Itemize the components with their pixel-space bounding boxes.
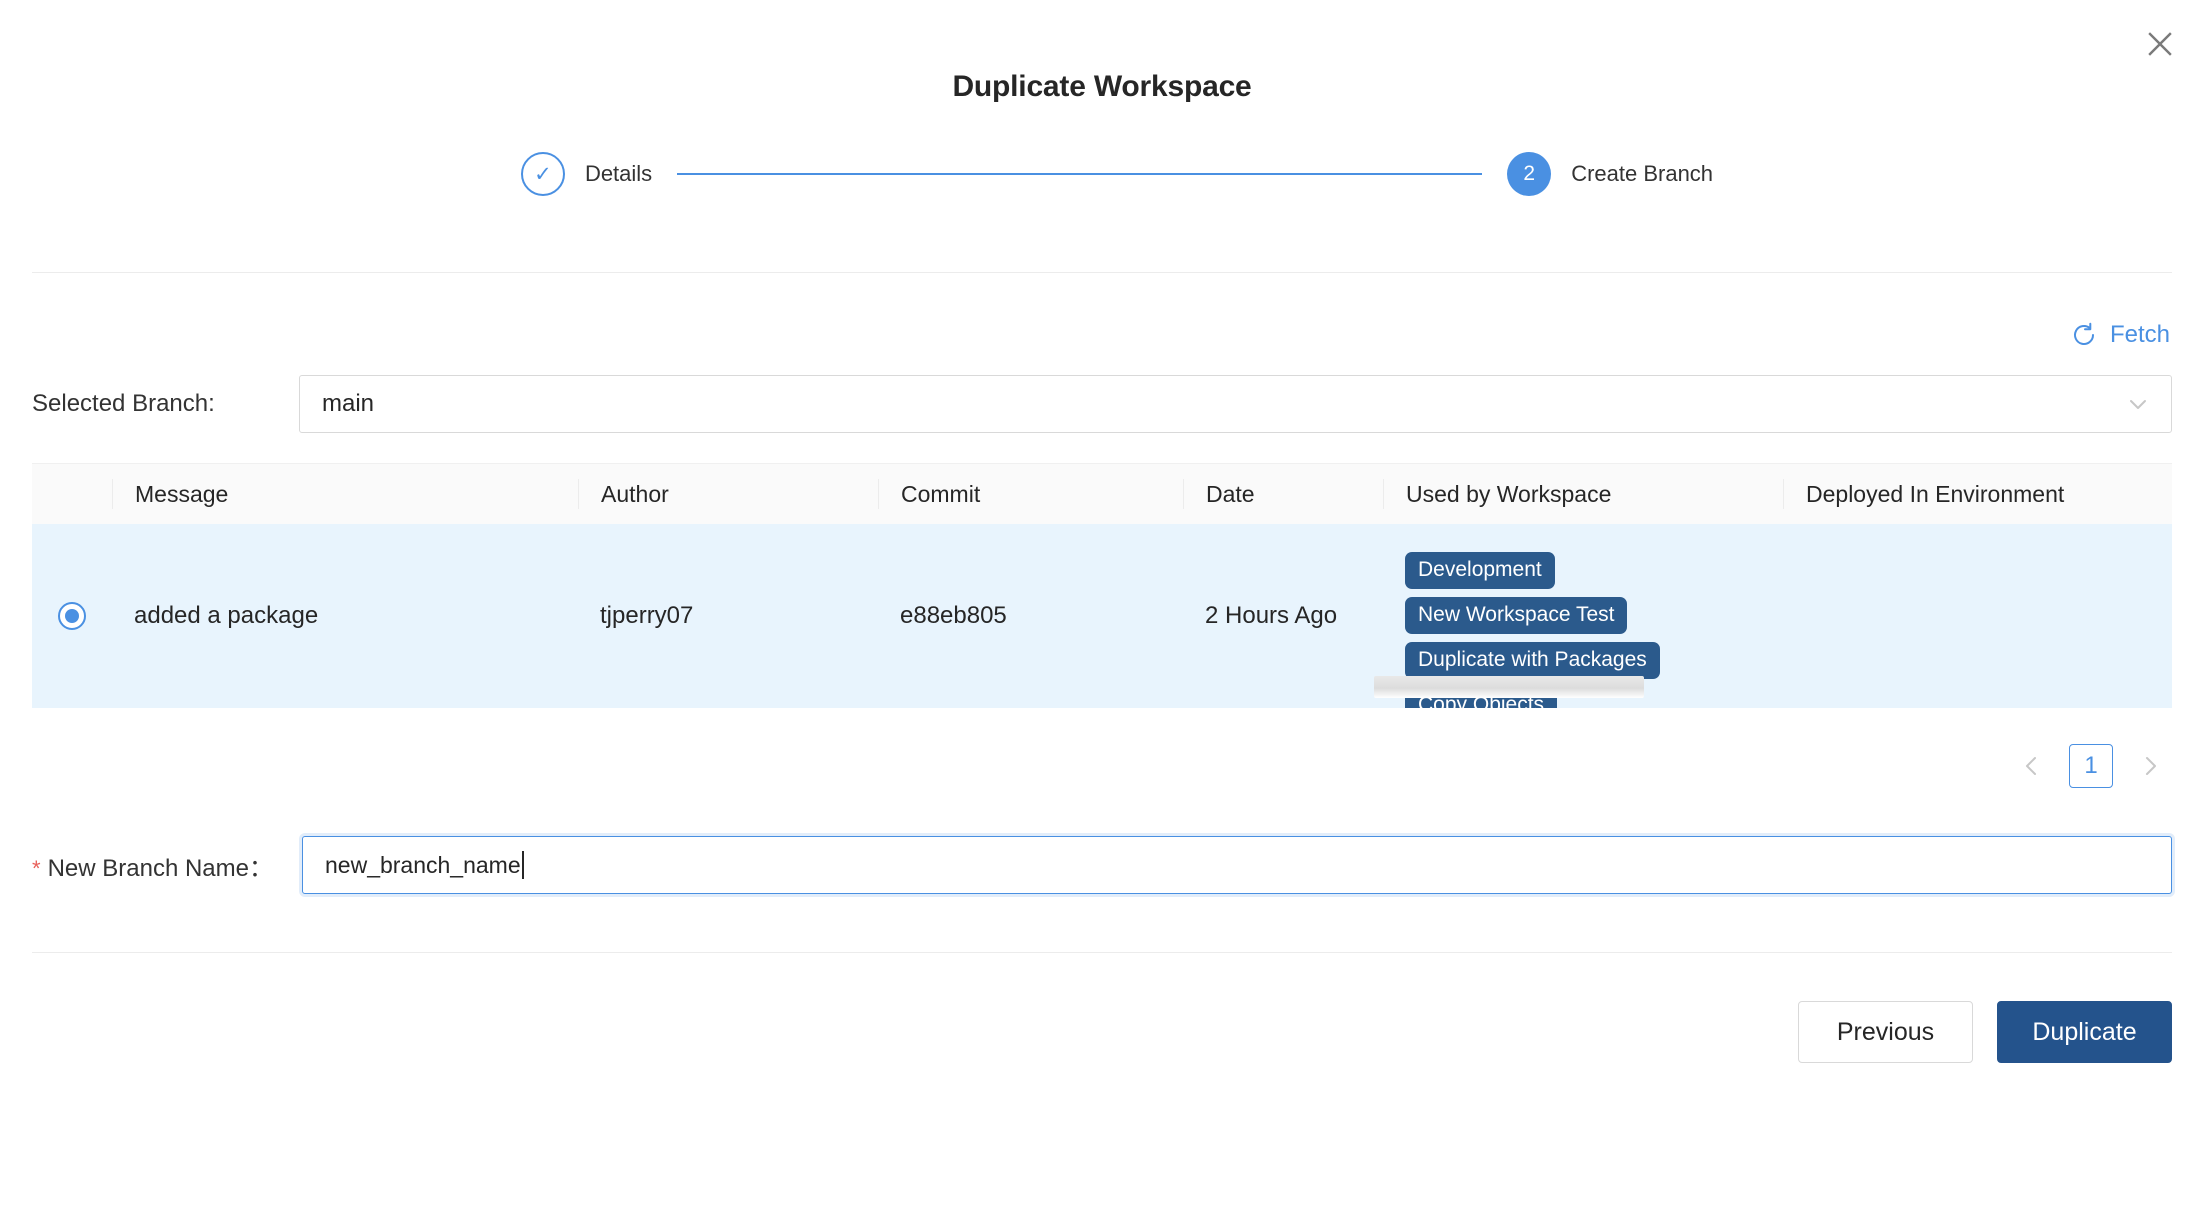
new-branch-name-value: new_branch_name bbox=[325, 851, 521, 878]
duplicate-button[interactable]: Duplicate bbox=[1997, 1001, 2172, 1063]
table-row[interactable]: added a package tjperry07 e88eb805 2 Hou… bbox=[32, 524, 2172, 708]
workspace-tag: Development bbox=[1405, 552, 1555, 590]
pagination-page-1[interactable]: 1 bbox=[2069, 744, 2113, 788]
new-branch-name-label: * New Branch Name： bbox=[32, 848, 302, 883]
step-marker-create-branch: 2 bbox=[1507, 152, 1552, 196]
cell-message: added a package bbox=[134, 602, 319, 629]
previous-button[interactable]: Previous bbox=[1798, 1001, 1973, 1063]
cell-deployed-in-environment bbox=[1783, 524, 2172, 708]
cell-author: tjperry07 bbox=[600, 602, 694, 629]
table-header-used-by-workspace: Used by Workspace bbox=[1383, 479, 1783, 509]
branch-select[interactable]: main bbox=[299, 375, 2172, 433]
stepper-step-details[interactable]: ✓ Details bbox=[520, 152, 653, 196]
selected-branch-label: Selected Branch: bbox=[32, 390, 215, 417]
chevron-down-icon bbox=[2125, 391, 2151, 417]
workspace-tag: Duplicate with Packages bbox=[1405, 642, 1660, 680]
workspace-tag: New Workspace Test bbox=[1405, 597, 1628, 635]
table-header-select bbox=[32, 479, 112, 509]
divider-bottom bbox=[32, 952, 2172, 953]
refresh-icon bbox=[2071, 322, 2097, 348]
text-caret bbox=[521, 851, 524, 879]
new-branch-name-input[interactable]: new_branch_name bbox=[302, 836, 2172, 894]
radio-dot bbox=[65, 609, 79, 623]
stepper-step-create-branch[interactable]: 2 Create Branch bbox=[1507, 152, 1713, 196]
pagination: 1 bbox=[0, 744, 2204, 788]
duplicate-workspace-dialog: Duplicate Workspace ✓ Details 2 Create B… bbox=[0, 0, 2204, 1226]
table-header-message: Message bbox=[112, 479, 578, 509]
required-marker: * bbox=[32, 855, 41, 881]
row-radio-button[interactable] bbox=[58, 602, 86, 630]
new-branch-name-label-text: New Branch Name： bbox=[47, 854, 273, 882]
table-header-commit: Commit bbox=[878, 479, 1183, 509]
fetch-button[interactable]: Fetch bbox=[2071, 321, 2170, 349]
table-header-row: Message Author Commit Date Used by Works… bbox=[32, 464, 2172, 524]
cell-commit: e88eb805 bbox=[900, 602, 1007, 629]
new-branch-name-row: * New Branch Name： new_branch_name bbox=[0, 836, 2204, 894]
divider-top bbox=[32, 272, 2172, 273]
selected-branch-row: Selected Branch: main bbox=[0, 375, 2204, 433]
page-title: Duplicate Workspace bbox=[952, 70, 1252, 103]
horizontal-scrollbar[interactable] bbox=[1374, 676, 1644, 698]
chevron-left-icon bbox=[2021, 755, 2043, 777]
fetch-label: Fetch bbox=[2109, 321, 2170, 348]
pagination-prev-button[interactable] bbox=[2010, 744, 2054, 788]
cell-date: 2 Hours Ago bbox=[1205, 602, 1338, 629]
step-marker-details: ✓ bbox=[520, 152, 565, 196]
branch-select-value: main bbox=[322, 390, 375, 417]
table-header-date: Date bbox=[1183, 479, 1383, 509]
chevron-right-icon bbox=[2139, 755, 2161, 777]
table-header-deployed-in-environment: Deployed In Environment bbox=[1783, 479, 2172, 509]
step-label-create-branch: Create Branch bbox=[1571, 161, 1714, 186]
wizard-stepper: ✓ Details 2 Create Branch bbox=[0, 152, 2204, 196]
fetch-row: Fetch bbox=[0, 321, 2204, 349]
stepper-connector bbox=[677, 173, 1483, 175]
close-icon[interactable] bbox=[2138, 22, 2182, 66]
pagination-next-button[interactable] bbox=[2128, 744, 2172, 788]
dialog-footer: Previous Duplicate bbox=[0, 1001, 2204, 1063]
step-label-details: Details bbox=[584, 161, 653, 186]
row-select-cell bbox=[32, 524, 112, 708]
table-header-author: Author bbox=[578, 479, 878, 509]
commits-table: Message Author Commit Date Used by Works… bbox=[32, 463, 2172, 708]
